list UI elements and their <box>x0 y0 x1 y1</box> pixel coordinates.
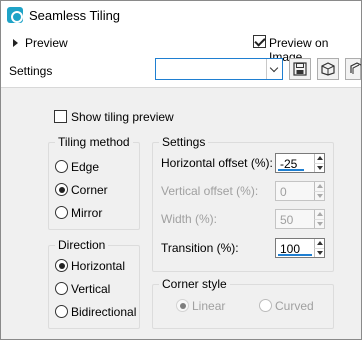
settings-label: Settings <box>9 64 53 78</box>
corner-style-group: Corner style Linear Curved <box>152 277 334 329</box>
chevron-down-icon[interactable] <box>266 59 282 79</box>
radio-vertical-label[interactable]: Vertical <box>71 282 110 296</box>
radio-corner-label[interactable]: Corner <box>71 183 108 197</box>
corner-style-title: Corner style <box>159 277 230 291</box>
transition-bar <box>278 254 312 256</box>
reset-icon <box>350 62 361 74</box>
radio-edge-label[interactable]: Edge <box>71 160 99 174</box>
radio-horizontal[interactable] <box>55 259 68 272</box>
randomize-icon <box>321 62 335 76</box>
transition-label: Transition (%): <box>161 241 239 255</box>
reset-button[interactable] <box>345 58 361 80</box>
settings-group-title: Settings <box>159 135 209 149</box>
radio-linear[interactable] <box>176 299 189 312</box>
settings-row: Settings <box>1 58 361 84</box>
spin-up-icon[interactable] <box>314 154 324 163</box>
spin-down-icon[interactable] <box>314 219 324 228</box>
radio-curved[interactable] <box>259 299 272 312</box>
window-title: Seamless Tiling <box>29 8 121 23</box>
transition-spinner[interactable]: 100 <box>275 238 325 258</box>
radio-bidirectional[interactable] <box>55 305 68 318</box>
radio-curved-label[interactable]: Curved <box>275 299 314 313</box>
width-spinner[interactable]: 50 <box>275 209 325 229</box>
randomize-button[interactable] <box>317 58 339 80</box>
spin-up-icon[interactable] <box>314 239 324 248</box>
horizontal-offset-bar <box>278 169 304 171</box>
vertical-offset-spinner[interactable]: 0 <box>275 181 325 201</box>
preset-dropdown[interactable] <box>155 58 283 80</box>
radio-vertical[interactable] <box>55 282 68 295</box>
spin-down-icon[interactable] <box>314 163 324 172</box>
direction-title: Direction <box>55 238 109 252</box>
preview-toggle-label[interactable]: Preview <box>25 36 68 50</box>
spin-down-icon[interactable] <box>314 248 324 257</box>
radio-linear-label[interactable]: Linear <box>192 299 225 313</box>
show-tiling-preview-checkbox[interactable] <box>54 110 67 123</box>
tiling-method-group: Tiling method Edge Corner Mirror <box>48 135 140 230</box>
radio-mirror[interactable] <box>55 206 68 219</box>
spin-up-icon[interactable] <box>314 210 324 219</box>
save-preset-icon <box>293 62 307 76</box>
radio-corner[interactable] <box>55 183 68 196</box>
width-label: Width (%): <box>161 212 218 226</box>
save-preset-button[interactable] <box>289 58 311 80</box>
offset-settings-group: Settings Horizontal offset (%): -25 Vert… <box>152 135 334 272</box>
vertical-offset-value[interactable]: 0 <box>280 185 287 199</box>
show-tiling-preview-label[interactable]: Show tiling preview <box>71 110 174 124</box>
radio-bidirectional-label[interactable]: Bidirectional <box>71 305 136 319</box>
preview-on-image-checkbox[interactable] <box>253 35 266 48</box>
spin-down-icon[interactable] <box>314 191 324 200</box>
seamless-tiling-app-icon <box>7 7 23 23</box>
spin-up-icon[interactable] <box>314 182 324 191</box>
vertical-offset-label: Vertical offset (%): <box>161 184 259 198</box>
tiling-method-title: Tiling method <box>55 135 133 149</box>
horizontal-offset-label: Horizontal offset (%): <box>161 156 273 170</box>
main-panel: Show tiling preview Tiling method Edge C… <box>1 87 361 339</box>
expand-preview-icon[interactable] <box>13 39 18 47</box>
radio-mirror-label[interactable]: Mirror <box>71 206 102 220</box>
radio-edge[interactable] <box>55 160 68 173</box>
width-value[interactable]: 50 <box>280 213 293 227</box>
title-bar: Seamless Tiling <box>1 1 361 29</box>
direction-group: Direction Horizontal Vertical Bidirectio… <box>48 238 140 329</box>
seamless-tiling-dialog: Seamless Tiling Preview Preview on Image… <box>0 0 362 340</box>
radio-horizontal-label[interactable]: Horizontal <box>71 259 125 273</box>
horizontal-offset-spinner[interactable]: -25 <box>275 153 325 173</box>
preview-row: Preview Preview on Image <box>1 32 361 64</box>
